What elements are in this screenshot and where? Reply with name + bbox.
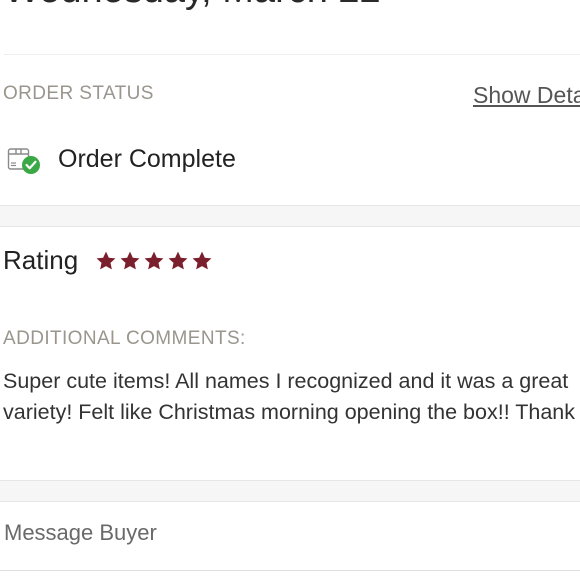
message-buyer-button[interactable]: Message Buyer	[4, 520, 157, 546]
star-icon	[192, 251, 212, 270]
star-icon	[120, 251, 140, 270]
order-status-text: Order Complete	[58, 145, 236, 173]
star-icon	[168, 251, 188, 270]
order-status-label: ORDER STATUS	[3, 83, 154, 104]
order-date-heading: Wednesday, March 22	[4, 0, 381, 12]
divider	[0, 570, 580, 571]
package-check-icon	[7, 148, 40, 174]
divider	[4, 54, 580, 55]
show-details-link[interactable]: Show Details	[473, 82, 580, 109]
order-review-page: Wednesday, March 22 ORDER STATUS Show De…	[0, 0, 580, 580]
rating-label: Rating	[3, 245, 79, 275]
section-separator	[0, 205, 580, 227]
additional-comments-label: ADDITIONAL COMMENTS:	[3, 328, 246, 349]
star-icon	[96, 251, 116, 270]
star-rating	[95, 250, 213, 272]
star-icon	[144, 251, 164, 270]
buyer-comment-text: Super cute items! All names I recognized…	[3, 369, 580, 424]
section-separator	[0, 480, 580, 502]
